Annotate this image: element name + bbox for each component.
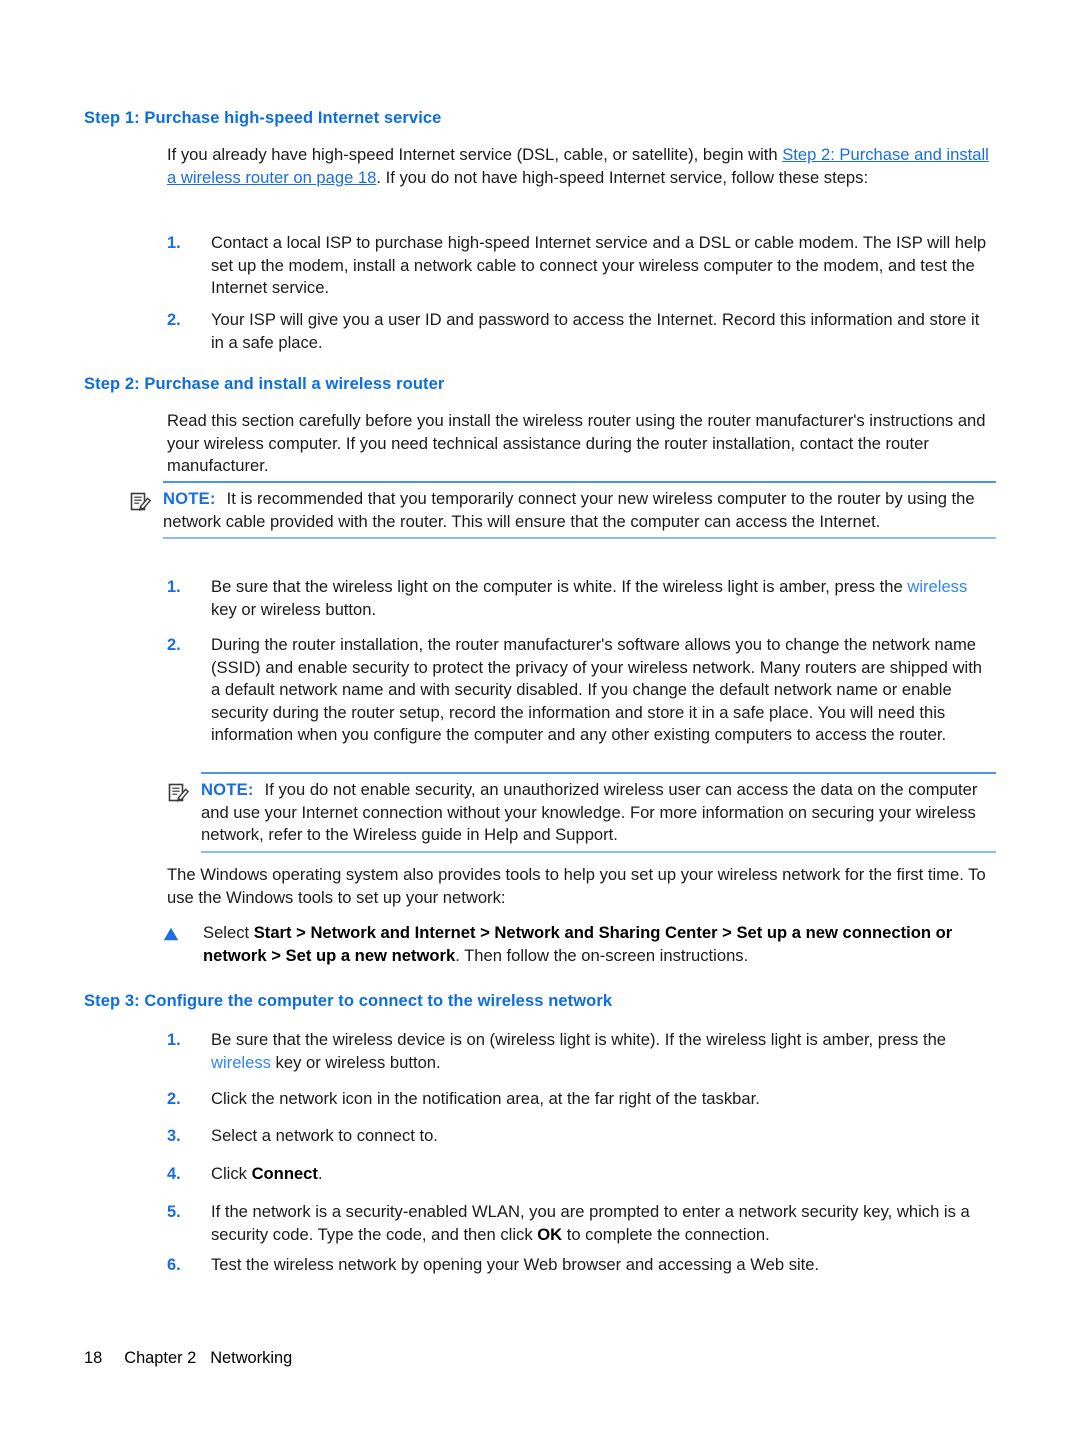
- list-item-text-part-a: Click: [211, 1164, 252, 1183]
- step1-ordered-list: 1. Contact a local ISP to purchase high-…: [167, 232, 995, 300]
- note-2-body: If you do not enable security, an unauth…: [201, 780, 978, 845]
- list-item-text-part-a: Be sure that the wireless light on the c…: [211, 577, 908, 596]
- step2-list-item-2: 2. During the router installation, the r…: [167, 634, 995, 747]
- wireless-key-keyword: wireless: [211, 1052, 271, 1072]
- footer-chapter-title: Networking: [210, 1349, 293, 1367]
- ok-button-reference: OK: [537, 1224, 563, 1244]
- list-item-number: 4.: [167, 1165, 181, 1183]
- note-1-body: It is recommended that you temporarily c…: [163, 489, 975, 531]
- list-item-number: 2.: [167, 311, 181, 329]
- list-item-number: 1.: [167, 578, 181, 596]
- bullet-lead-text: Select: [203, 923, 254, 942]
- note-2-text: NOTE: If you do not enable security, an u…: [201, 779, 996, 847]
- list-item-number: 1.: [167, 1031, 181, 1049]
- list-item: 2. During the router installation, the r…: [167, 634, 995, 747]
- list-item-text-part-b: key or wireless button.: [211, 599, 377, 619]
- document-page: Step 1: Purchase high-speed Internet ser…: [0, 0, 1080, 1437]
- step2-heading: Step 2: Purchase and install a wireless …: [84, 375, 445, 393]
- step3-list-item-2: 2. Click the network icon in the notific…: [167, 1088, 995, 1111]
- step2-list-item-1: 1. Be sure that the wireless light on th…: [167, 576, 995, 621]
- step1-heading-block: Step 1: Purchase high-speed Internet ser…: [84, 108, 996, 128]
- wireless-key-keyword: wireless: [907, 577, 968, 596]
- list-item-text: Click the network icon in the notificati…: [211, 1089, 760, 1108]
- step2-intro-text: Read this section carefully before you i…: [167, 411, 986, 476]
- list-item-text: Contact a local ISP to purchase high-spe…: [211, 233, 987, 298]
- list-item-number: 6.: [167, 1256, 181, 1274]
- step1-intro-part-a: If you already have high-speed Internet …: [167, 145, 783, 164]
- start-menu-path-text: Select Start > Network and Internet > Ne…: [203, 922, 995, 967]
- note-callout-1: NOTE: It is recommended that you temporar…: [130, 481, 996, 540]
- list-item-number: 2.: [167, 1090, 181, 1108]
- list-item-number: 2.: [167, 636, 181, 654]
- list-item-text-part-b: key or wireless button.: [270, 1052, 441, 1072]
- connect-button-reference: Connect: [251, 1164, 318, 1183]
- windows-tools-text: The Windows operating system also provid…: [167, 865, 986, 907]
- page-footer: 18 Chapter 2 Networking: [84, 1348, 292, 1368]
- note-callout-2: NOTE: If you do not enable security, an u…: [168, 772, 996, 853]
- step1-intro-part-b: . If you do not have high-speed Internet…: [376, 167, 869, 187]
- list-item-text: Select a network to connect to.: [211, 1126, 438, 1145]
- list-item: 3. Select a network to connect to.: [167, 1125, 995, 1148]
- list-item: 5. If the network is a security-enabled …: [167, 1201, 995, 1246]
- note-1-label: NOTE:: [163, 489, 216, 508]
- list-item-text: If the network is a security-enabled WLA…: [211, 1201, 995, 1246]
- note-rule-bottom: [163, 537, 996, 540]
- notepad-pencil-icon: [130, 488, 163, 512]
- notepad-pencil-icon: [168, 779, 201, 803]
- list-item-number: 3.: [167, 1127, 181, 1145]
- note-1-text: NOTE: It is recommended that you temporar…: [163, 488, 996, 533]
- list-item-text: Test the wireless network by opening you…: [211, 1255, 820, 1274]
- list-item-text-part-a: Be sure that the wireless device is on (…: [211, 1030, 947, 1049]
- list-item-number: 1.: [167, 234, 181, 252]
- list-item: 4. Click Connect.: [167, 1163, 995, 1186]
- footer-chapter: Chapter 2: [124, 1349, 197, 1367]
- step3-list-item-1: 1. Be sure that the wireless device is o…: [167, 1029, 995, 1074]
- step2-heading-block: Step 2: Purchase and install a wireless …: [84, 374, 996, 394]
- list-item-text-part-b: to complete the connection.: [562, 1224, 770, 1244]
- bullet-tail-text: . Then follow the on-screen instructions…: [455, 945, 749, 965]
- step3-list-item-6: 6. Test the wireless network by opening …: [167, 1254, 995, 1277]
- list-item-text: Be sure that the wireless device is on (…: [211, 1029, 995, 1074]
- list-item-text: Be sure that the wireless light on the c…: [211, 576, 995, 621]
- list-item-text: During the router installation, the rout…: [211, 635, 983, 745]
- step2-intro-paragraph: Read this section carefully before you i…: [167, 410, 995, 478]
- list-item-number: 5.: [167, 1203, 181, 1221]
- step1-ordered-list-continued: 2. Your ISP will give you a user ID and …: [167, 309, 995, 354]
- triangle-up-icon: [163, 922, 203, 946]
- list-item: 1. Contact a local ISP to purchase high-…: [167, 232, 995, 300]
- step1-heading: Step 1: Purchase high-speed Internet ser…: [84, 109, 442, 127]
- step3-heading-block: Step 3: Configure the computer to connec…: [84, 991, 996, 1011]
- step1-intro-paragraph: If you already have high-speed Internet …: [167, 144, 995, 189]
- list-item-text-part-b: .: [317, 1164, 323, 1183]
- list-item: 2. Your ISP will give you a user ID and …: [167, 309, 995, 354]
- step3-list-item-3: 3. Select a network to connect to.: [167, 1125, 995, 1148]
- step3-list-item-4: 4. Click Connect.: [167, 1163, 995, 1186]
- list-item: 6. Test the wireless network by opening …: [167, 1254, 995, 1277]
- footer-page-number: 18: [84, 1349, 103, 1367]
- list-item: 2. Click the network icon in the notific…: [167, 1088, 995, 1111]
- list-item: 1. Be sure that the wireless device is o…: [167, 1029, 995, 1074]
- step1-intro-text: If you already have high-speed Internet …: [167, 144, 995, 189]
- list-item-text: Click Connect.: [211, 1163, 995, 1186]
- step3-list-item-5: 5. If the network is a security-enabled …: [167, 1201, 995, 1246]
- note-2-label: NOTE:: [201, 780, 254, 799]
- start-menu-bullet-item: Select Start > Network and Internet > Ne…: [163, 922, 995, 967]
- list-item-text: Your ISP will give you a user ID and pas…: [211, 310, 980, 352]
- list-item: 1. Be sure that the wireless light on th…: [167, 576, 995, 621]
- windows-tools-paragraph: The Windows operating system also provid…: [167, 864, 995, 909]
- note-rule-bottom: [201, 850, 996, 853]
- step3-heading: Step 3: Configure the computer to connec…: [84, 992, 613, 1010]
